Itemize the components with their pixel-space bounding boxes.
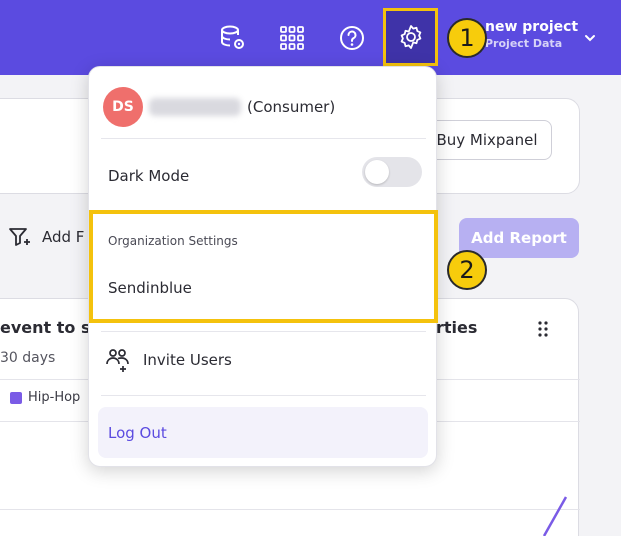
user-profile-row: DS (Consumer) — [103, 87, 335, 127]
divider — [101, 395, 426, 396]
database-settings-icon[interactable] — [218, 20, 248, 56]
log-out-button[interactable]: Log Out — [98, 407, 428, 458]
legend-label: Hip-Hop — [28, 390, 81, 405]
org-item-sendinblue[interactable]: Sendinblue — [108, 279, 192, 297]
report-title-right: rties — [436, 318, 478, 337]
legend-item[interactable]: Hip-Hop — [10, 390, 80, 405]
apps-grid-icon[interactable] — [277, 20, 307, 56]
chevron-down-icon[interactable] — [584, 28, 596, 47]
organization-settings-highlight — [89, 210, 438, 323]
step-badge-1: 1 — [447, 18, 487, 58]
filter-add-icon — [9, 228, 30, 246]
invite-users-label: Invite Users — [143, 351, 232, 369]
settings-gear-button[interactable] — [383, 8, 438, 66]
toggle-knob — [365, 160, 389, 184]
drag-handle-icon[interactable] — [538, 321, 548, 341]
settings-dropdown-menu: DS (Consumer) Dark Mode Organization Set… — [88, 66, 438, 467]
project-selector[interactable]: new project Project Data — [485, 18, 578, 52]
divider — [101, 331, 426, 332]
report-date-range: 30 days — [0, 350, 56, 366]
dark-mode-label: Dark Mode — [108, 167, 190, 185]
buy-mixpanel-button[interactable]: Buy Mixpanel — [422, 120, 552, 160]
dark-mode-toggle[interactable] — [362, 157, 422, 187]
add-filter-label: Add F — [42, 228, 85, 246]
org-settings-header: Organization Settings — [108, 234, 238, 248]
gridline — [0, 509, 580, 510]
avatar: DS — [103, 87, 143, 127]
step-badge-2: 2 — [447, 250, 487, 290]
divider — [101, 138, 426, 139]
invite-users-icon — [106, 349, 129, 372]
invite-users-item[interactable]: Invite Users — [105, 347, 232, 373]
project-subtitle: Project Data — [485, 37, 563, 50]
project-name: new project — [485, 19, 579, 35]
blurred-user-name — [149, 98, 241, 116]
chart-line — [542, 496, 568, 536]
help-icon[interactable] — [337, 20, 367, 56]
settings-gear-icon — [400, 25, 421, 49]
user-role: (Consumer) — [247, 98, 336, 116]
top-navigation-bar: new project Project Data — [0, 0, 621, 75]
legend-swatch — [10, 391, 22, 404]
report-title: event to se — [0, 318, 102, 337]
add-filter-button[interactable]: Add F — [8, 226, 84, 248]
